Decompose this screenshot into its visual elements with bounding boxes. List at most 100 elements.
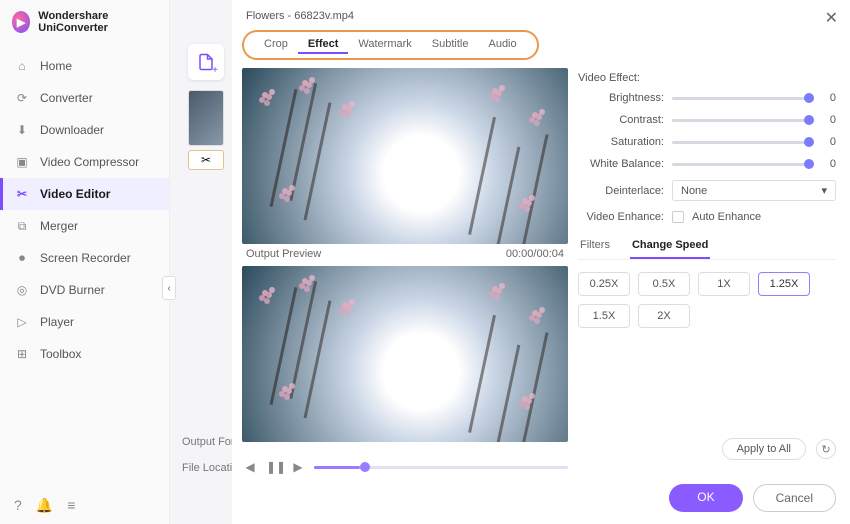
brightness-row: Brightness: 0 <box>578 92 836 104</box>
tab-effect[interactable]: Effect <box>298 36 349 54</box>
tab-audio[interactable]: Audio <box>478 36 526 54</box>
app-logo-row: ▶ Wondershare UniConverter <box>0 0 169 44</box>
sidebar-item-compressor[interactable]: ▣ Video Compressor <box>0 146 169 178</box>
sidebar-item-label: DVD Burner <box>40 283 105 297</box>
playback-slider[interactable] <box>314 466 568 469</box>
speed-0-25x[interactable]: 0.25X <box>578 272 630 296</box>
clip-edit-badge[interactable]: ✂ <box>188 150 224 170</box>
clip-thumbnail[interactable] <box>188 90 224 146</box>
plus-icon: + <box>212 65 218 76</box>
saturation-row: Saturation: 0 <box>578 136 836 148</box>
white-balance-value: 0 <box>822 158 836 170</box>
speed-0-5x[interactable]: 0.5X <box>638 272 690 296</box>
source-preview <box>242 68 568 244</box>
bell-icon[interactable]: 🔔 <box>36 497 53 514</box>
subtab-change-speed[interactable]: Change Speed <box>630 235 710 259</box>
play-icon: ▷ <box>14 314 30 330</box>
converter-icon: ⟳ <box>14 90 30 106</box>
video-effect-heading: Video Effect: <box>578 72 836 84</box>
sidebar-item-downloader[interactable]: ⬇ Downloader <box>0 114 169 146</box>
footer-icons: ? 🔔 ≡ <box>14 497 75 514</box>
tab-subtitle[interactable]: Subtitle <box>422 36 479 54</box>
white-balance-label: White Balance: <box>578 158 664 170</box>
sidebar-item-label: Merger <box>40 219 78 233</box>
speed-1-25x[interactable]: 1.25X <box>758 272 810 296</box>
auto-enhance-checkbox[interactable] <box>672 211 684 223</box>
app-name: Wondershare UniConverter <box>38 10 157 34</box>
editor-panel: Flowers - 66823v.mp4 ✕ Crop Effect Water… <box>232 0 850 524</box>
settings-icon[interactable]: ≡ <box>67 497 75 514</box>
effect-controls: Video Effect: Brightness: 0 Contrast: 0 … <box>578 68 840 442</box>
playback-bar: ◀ ❚❚ ▶ <box>242 460 568 474</box>
sidebar-item-label: Video Compressor <box>40 155 139 169</box>
brightness-label: Brightness: <box>578 92 664 104</box>
compress-icon: ▣ <box>14 154 30 170</box>
cancel-button[interactable]: Cancel <box>753 484 836 512</box>
sidebar-item-merger[interactable]: ⧉ Merger <box>0 210 169 242</box>
help-icon[interactable]: ? <box>14 497 22 514</box>
brightness-slider[interactable] <box>672 97 814 100</box>
chevron-down-icon: ▾ <box>821 184 827 197</box>
effect-subtabs: Filters Change Speed <box>578 235 836 260</box>
ok-button[interactable]: OK <box>669 484 742 512</box>
app-logo-icon: ▶ <box>12 11 30 33</box>
white-balance-row: White Balance: 0 <box>578 158 836 170</box>
sidebar-item-home[interactable]: ⌂ Home <box>0 50 169 82</box>
next-frame-button[interactable]: ▶ <box>290 460 306 474</box>
sidebar-item-dvd-burner[interactable]: ◎ DVD Burner <box>0 274 169 306</box>
deinterlace-value: None <box>681 185 707 197</box>
reset-button[interactable]: ↻ <box>816 439 836 459</box>
sidebar-item-label: Toolbox <box>40 347 81 361</box>
record-icon: ⏺ <box>14 250 30 266</box>
saturation-label: Saturation: <box>578 136 664 148</box>
speed-1-5x[interactable]: 1.5X <box>578 304 630 328</box>
speed-2x[interactable]: 2X <box>638 304 690 328</box>
sidebar-item-screen-recorder[interactable]: ⏺Screen Recorder <box>0 242 169 274</box>
contrast-value: 0 <box>822 114 836 126</box>
brightness-value: 0 <box>822 92 836 104</box>
scissors-icon: ✂ <box>14 186 30 202</box>
toolbox-icon: ⊞ <box>14 346 30 362</box>
disc-icon: ◎ <box>14 282 30 298</box>
video-enhance-label: Video Enhance: <box>578 211 664 223</box>
add-file-button[interactable]: + <box>188 44 224 80</box>
sidebar-item-toolbox[interactable]: ⊞ Toolbox <box>0 338 169 370</box>
contrast-label: Contrast: <box>578 114 664 126</box>
white-balance-slider[interactable] <box>672 163 814 166</box>
saturation-value: 0 <box>822 136 836 148</box>
sidebar-item-label: Downloader <box>40 123 104 137</box>
tab-watermark[interactable]: Watermark <box>348 36 421 54</box>
deinterlace-row: Deinterlace: None ▾ <box>578 180 836 201</box>
sidebar-item-converter[interactable]: ⟳ Converter <box>0 82 169 114</box>
speed-1x[interactable]: 1X <box>698 272 750 296</box>
collapse-sidebar-handle[interactable]: ‹ <box>162 276 176 300</box>
apply-to-all-button[interactable]: Apply to All <box>722 438 806 460</box>
sidebar: ▶ Wondershare UniConverter ⌂ Home ⟳ Conver… <box>0 0 170 524</box>
sidebar-item-label: Converter <box>40 91 93 105</box>
sidebar-item-label: Player <box>40 315 74 329</box>
contrast-row: Contrast: 0 <box>578 114 836 126</box>
subtab-filters[interactable]: Filters <box>578 235 612 259</box>
deinterlace-select[interactable]: None ▾ <box>672 180 836 201</box>
output-preview-label: Output Preview <box>246 248 321 260</box>
tab-crop[interactable]: Crop <box>254 36 298 54</box>
home-icon: ⌂ <box>14 58 30 74</box>
sidebar-nav: ⌂ Home ⟳ Converter ⬇ Downloader ▣ Video Comp… <box>0 50 169 370</box>
sidebar-item-label: Home <box>40 59 72 73</box>
preview-time: 00:00/00:04 <box>506 248 564 260</box>
clip-column: + ✂ <box>182 44 230 170</box>
deinterlace-label: Deinterlace: <box>578 185 664 197</box>
speed-options: 0.25X 0.5X 1X 1.25X 1.5X 2X <box>578 272 836 328</box>
editor-tabs: Crop Effect Watermark Subtitle Audio <box>242 30 840 60</box>
sidebar-item-video-editor[interactable]: ✂Video Editor <box>0 178 169 210</box>
prev-frame-button[interactable]: ◀ <box>242 460 258 474</box>
pause-button[interactable]: ❚❚ <box>266 460 282 474</box>
saturation-slider[interactable] <box>672 141 814 144</box>
editor-filename: Flowers - 66823v.mp4 <box>232 0 850 28</box>
download-icon: ⬇ <box>14 122 30 138</box>
sidebar-item-player[interactable]: ▷ Player <box>0 306 169 338</box>
contrast-slider[interactable] <box>672 119 814 122</box>
close-icon[interactable]: ✕ <box>825 8 838 28</box>
merge-icon: ⧉ <box>14 218 30 234</box>
enhance-row: Video Enhance: Auto Enhance <box>578 211 836 223</box>
